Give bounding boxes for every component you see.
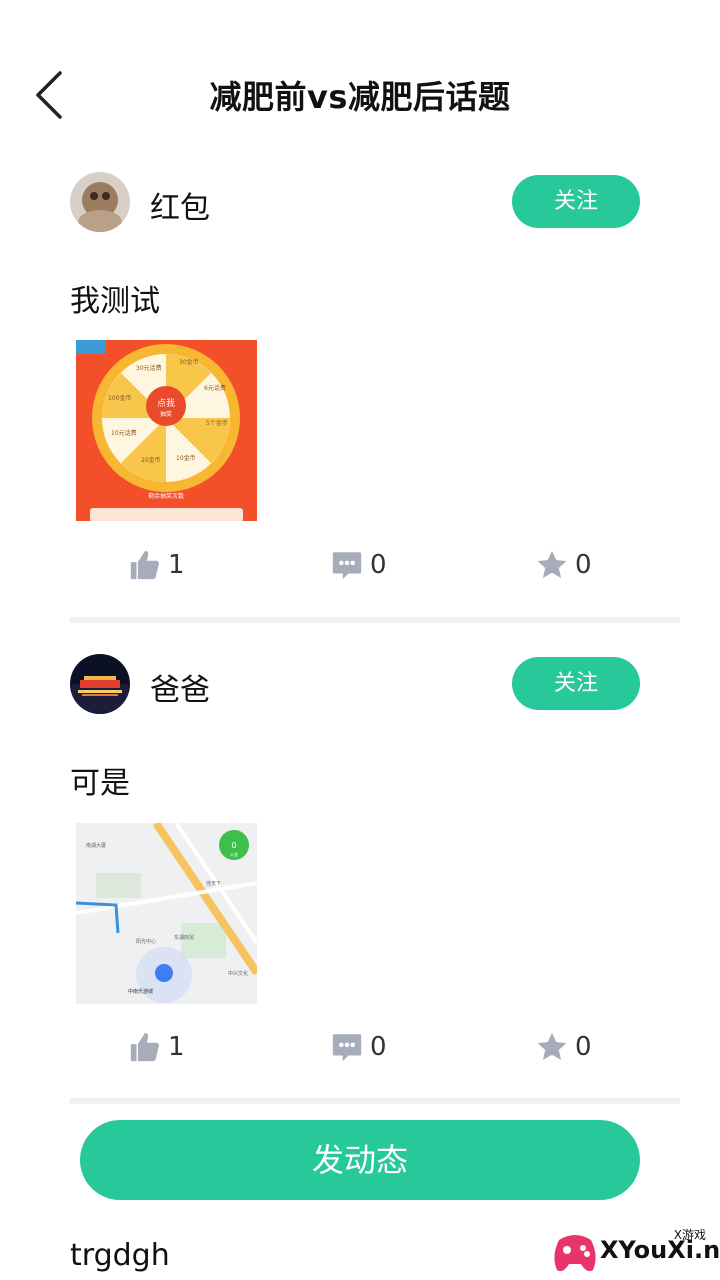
- svg-text:30元话费: 30元话费: [136, 364, 162, 372]
- header: 减肥前vs减肥后话题: [0, 0, 720, 190]
- like-count: 1: [168, 1032, 185, 1062]
- page-title: 减肥前vs减肥后话题: [209, 78, 511, 116]
- watermark-text: XYouXi.net: [600, 1236, 720, 1264]
- like-button[interactable]: 1: [128, 548, 185, 582]
- like-button[interactable]: 1: [128, 1030, 185, 1064]
- svg-text:点我: 点我: [157, 398, 175, 409]
- username[interactable]: 爸爸: [150, 665, 210, 709]
- svg-text:公里: 公里: [230, 851, 238, 857]
- watermark: X游戏 XYouXi.net: [545, 1220, 720, 1280]
- svg-text:阳光中心: 阳光中心: [136, 938, 156, 945]
- comment-icon: [332, 1034, 362, 1062]
- favorite-button[interactable]: 0: [535, 1030, 592, 1064]
- star-icon: [537, 550, 567, 579]
- svg-text:100金币: 100金币: [108, 394, 131, 402]
- svg-text:抽奖: 抽奖: [160, 410, 172, 418]
- username[interactable]: 红包: [150, 183, 210, 227]
- comment-button[interactable]: 0: [330, 548, 387, 582]
- follow-button[interactable]: 关注: [512, 175, 640, 228]
- gamepad-logo-icon: [554, 1235, 596, 1272]
- svg-text:佳天下: 佳天下: [206, 880, 221, 887]
- avatar[interactable]: [70, 172, 130, 232]
- favorite-count: 0: [575, 550, 592, 580]
- avatar[interactable]: [70, 654, 130, 714]
- divider: [70, 617, 680, 623]
- divider: [70, 1098, 680, 1104]
- svg-text:20金币: 20金币: [141, 456, 161, 464]
- comment-count: 0: [370, 1032, 387, 1062]
- favorite-count: 0: [575, 1032, 592, 1062]
- follow-button[interactable]: 关注: [512, 657, 640, 710]
- post-image[interactable]: 点我 抽奖 30元话费 30金币 6元话费 5个金币 10金币 20金币 10元…: [76, 340, 257, 521]
- svg-text:东湖商贸: 东湖商贸: [174, 934, 194, 941]
- svg-text:10金币: 10金币: [176, 454, 196, 462]
- post-text: 我测试: [70, 284, 160, 319]
- star-icon: [537, 1032, 567, 1061]
- comment-button[interactable]: 0: [330, 1030, 387, 1064]
- svg-text:0: 0: [231, 841, 236, 850]
- comment-icon: [332, 552, 362, 580]
- svg-text:剩余抽奖次数: 剩余抽奖次数: [148, 492, 184, 500]
- post-text: trgdgh: [70, 1238, 170, 1273]
- thumbs-up-icon: [130, 1032, 159, 1062]
- svg-text:中兴文化: 中兴文化: [228, 970, 248, 977]
- thumbs-up-icon: [130, 550, 159, 580]
- svg-text:30金币: 30金币: [179, 358, 199, 366]
- svg-text:6元话费: 6元话费: [204, 384, 226, 392]
- post-text: 可是: [70, 766, 130, 801]
- post-image[interactable]: 0 公里 南湖大厦 中南乐游城 佳天下 中兴文化 阳光中心 东湖商贸: [76, 823, 257, 1004]
- comment-count: 0: [370, 550, 387, 580]
- favorite-button[interactable]: 0: [535, 548, 592, 582]
- svg-text:10元话费: 10元话费: [111, 429, 137, 437]
- svg-text:5个金币: 5个金币: [206, 419, 228, 427]
- publish-post-button[interactable]: 发动态: [80, 1120, 640, 1200]
- svg-text:中南乐游城: 中南乐游城: [128, 988, 153, 995]
- like-count: 1: [168, 550, 185, 580]
- svg-text:南湖大厦: 南湖大厦: [86, 842, 106, 849]
